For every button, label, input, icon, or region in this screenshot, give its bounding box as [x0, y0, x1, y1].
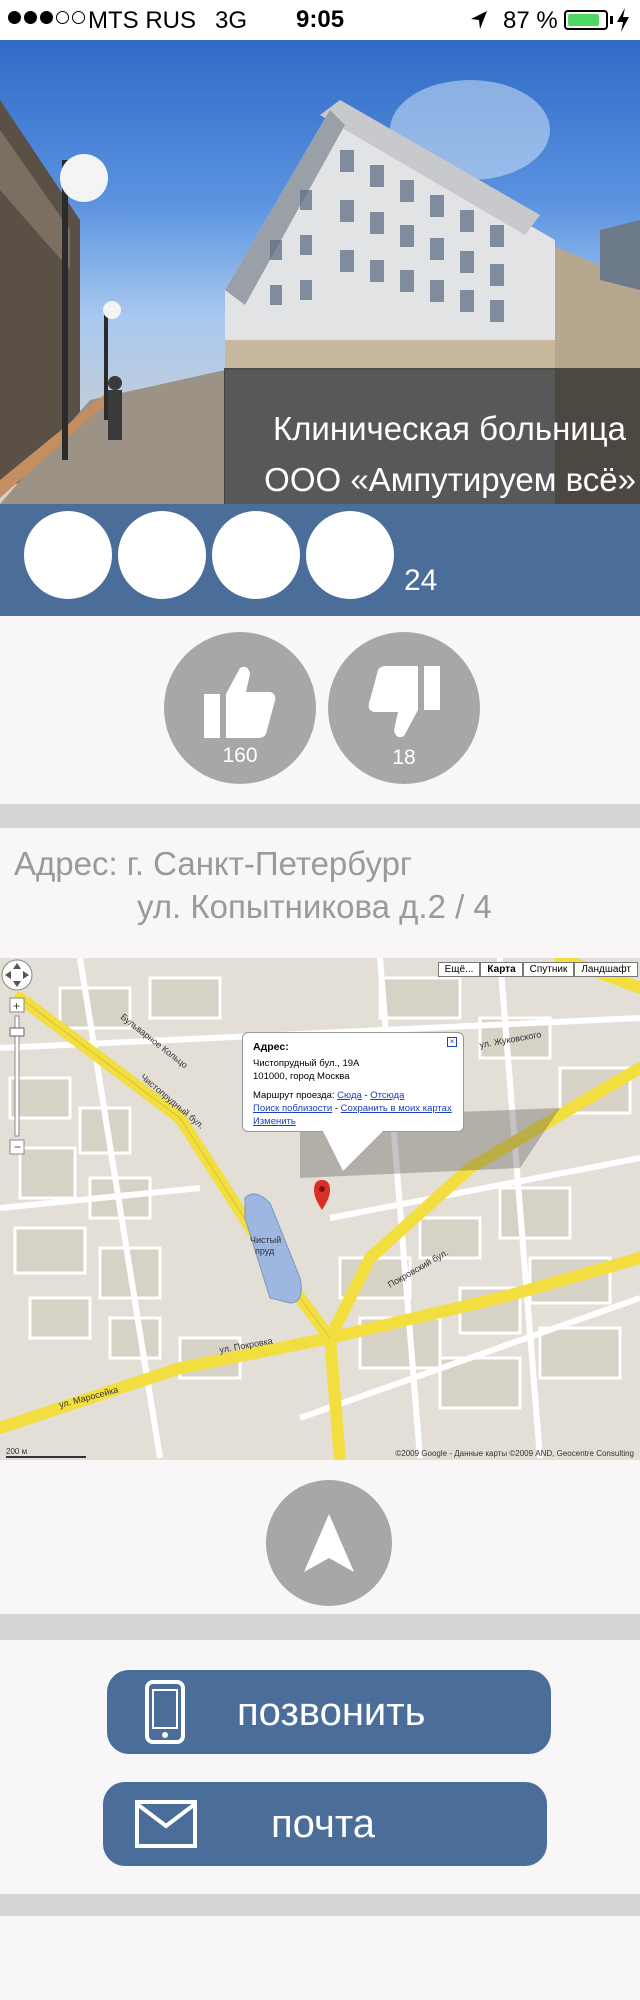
carrier-name: MTS RUS [88, 7, 196, 34]
map-info-popup: × Адрес: Чистопрудный бул., 19А 101000, … [242, 1032, 464, 1171]
map-type-satellite[interactable]: Спутник [522, 962, 575, 977]
edit-link[interactable]: Изменить [253, 1116, 296, 1127]
map-type-map[interactable]: Карта [480, 962, 523, 977]
rating-star-1[interactable] [24, 511, 112, 599]
route-to-link[interactable]: Сюда [337, 1090, 362, 1101]
rating-star-4[interactable] [306, 511, 394, 599]
network-type: 3G [215, 7, 248, 34]
close-icon[interactable]: × [447, 1037, 457, 1047]
status-bar: MTS RUS 3G 9:05 87 % [0, 0, 640, 40]
navigation-section [0, 1460, 640, 1614]
section-divider [0, 804, 640, 828]
battery-level [568, 14, 600, 26]
signal-strength-icon [8, 11, 85, 24]
section-divider [0, 1614, 640, 1640]
popup-heading: Адрес: [253, 1041, 289, 1053]
address-line2: ул. Копытникова д.2 / 4 [137, 888, 492, 925]
map-type-switcher: Ещё... Карта Спутник Ландшафт [437, 962, 638, 977]
votes-section: 160 18 [0, 616, 640, 804]
navigation-arrow-icon [304, 1514, 354, 1572]
map-copyright: ©2009 Google - Данные карты ©2009 AND, G… [395, 1449, 634, 1458]
svg-text:пруд: пруд [255, 1246, 275, 1256]
svg-text:−: − [14, 1140, 21, 1154]
save-to-maps-link[interactable]: Сохранить в моих картах [341, 1103, 452, 1114]
location-arrow-icon [471, 11, 487, 29]
address-block: Адрес: г. Санкт-Петербург ул. Копытников… [0, 828, 640, 958]
rating-star-3[interactable] [212, 511, 300, 599]
rating-count: 24 [404, 564, 438, 597]
map-view[interactable]: Чистый пруд Чистопрудный бул. ул. Покров… [0, 958, 640, 1460]
popup-route-label: Маршрут проезда: [253, 1090, 335, 1101]
navigate-button[interactable] [266, 1480, 392, 1606]
map-type-terrain[interactable]: Ландшафт [574, 962, 638, 977]
svg-text:+: + [13, 999, 20, 1013]
rating-bar: 24 [0, 504, 640, 616]
rating-star-2[interactable] [118, 511, 206, 599]
hospital-title-panel: Клиническая больница ООО «Ампутируем всё… [224, 368, 640, 504]
popup-street: Чистопрудный бул., 19А [253, 1058, 360, 1069]
call-button-label: позвонить [237, 1690, 426, 1734]
nearby-search-link[interactable]: Поиск поблизости [253, 1103, 332, 1114]
charging-bolt-icon [617, 8, 629, 32]
envelope-icon [135, 1800, 197, 1848]
thumbs-up-icon [204, 666, 276, 738]
mail-button-label: почта [271, 1802, 375, 1846]
dislike-count: 18 [392, 746, 416, 769]
hospital-title-line2: ООО «Ампутируем всё» [264, 461, 636, 498]
call-button[interactable]: позвонить [107, 1670, 551, 1754]
clock: 9:05 [296, 6, 345, 33]
battery-icon [564, 10, 608, 30]
like-button[interactable]: 160 [164, 632, 316, 784]
map-more-button[interactable]: Ещё... [437, 962, 481, 977]
mail-button[interactable]: почта [103, 1782, 547, 1866]
contact-section: позвонить почта [0, 1640, 640, 1894]
battery-percent: 87 % [503, 7, 558, 34]
route-from-link[interactable]: Отсюда [370, 1090, 404, 1101]
section-divider [0, 1894, 640, 1916]
address-line1: Адрес: г. Санкт-Петербург [14, 845, 412, 882]
thumbs-down-icon [368, 666, 440, 738]
phone-icon [145, 1680, 185, 1744]
map-pond-label: Чистый [250, 1235, 281, 1245]
hospital-photo: Клиническая больница ООО «Ампутируем всё… [0, 40, 640, 504]
like-count: 160 [222, 744, 258, 767]
popup-city: 101000, город Москва [253, 1071, 350, 1082]
map-zoom-control[interactable]: + − [0, 958, 34, 1168]
hospital-title-line1: Клиническая больница [272, 410, 626, 447]
dislike-button[interactable]: 18 [328, 632, 480, 784]
map-scale: 200 м [6, 1447, 86, 1458]
